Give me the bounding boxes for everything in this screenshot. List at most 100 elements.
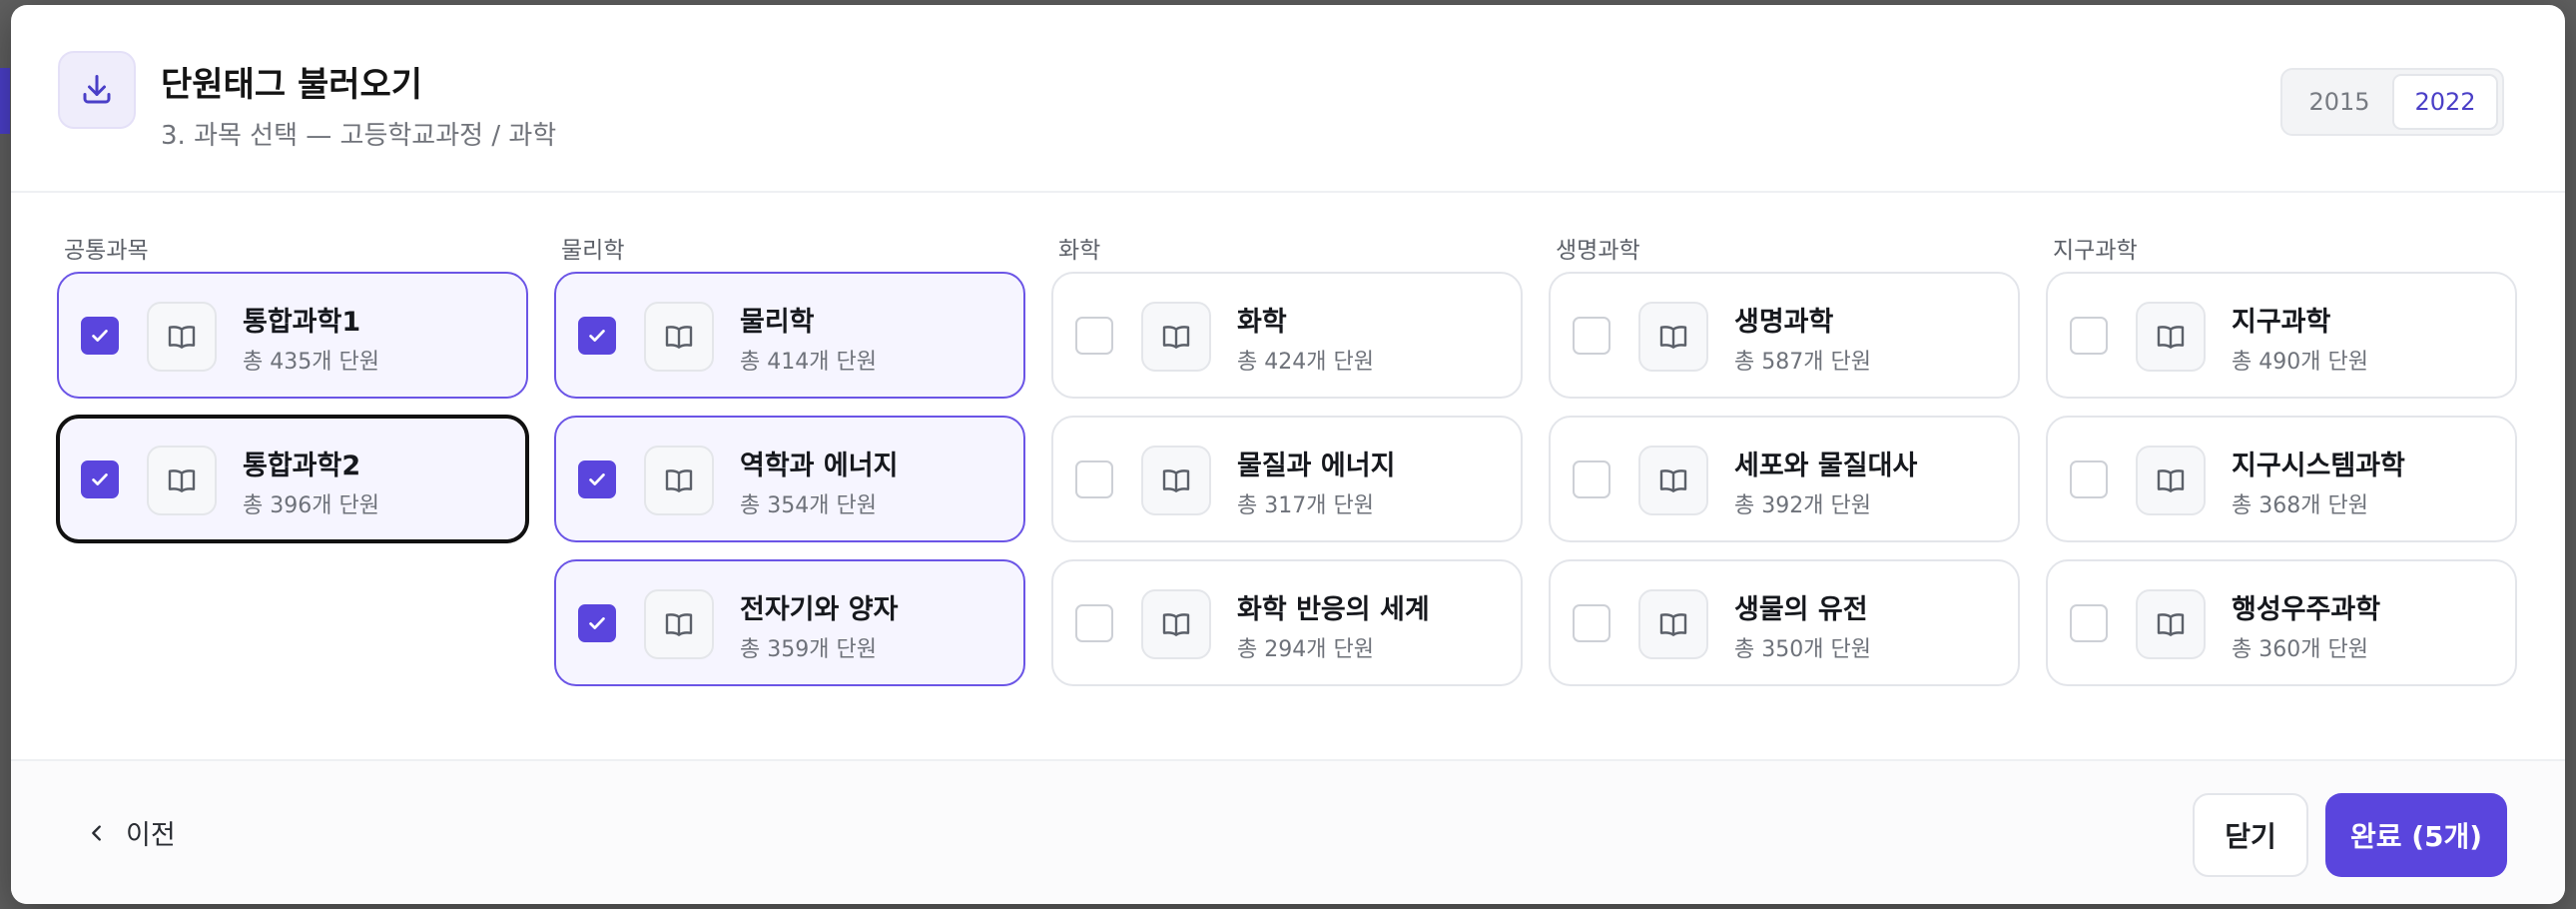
subject-checkbox[interactable] [1573, 604, 1610, 642]
subject-unit-count: 총 359개 단원 [740, 637, 877, 662]
check-icon [589, 330, 605, 342]
done-button[interactable]: 완료 (5개) [2325, 793, 2507, 877]
subject-unit-count: 총 317개 단원 [1237, 493, 1374, 518]
subject-card[interactable]: 통합과학1 총 435개 단원 [57, 272, 528, 399]
subject-card[interactable]: 행성우주과학 총 360개 단원 [2046, 559, 2517, 686]
subject-column-chemistry: 화학 화학 총 424개 단원 물질과 에너지 총 317개 단원 화학 반응의… [1051, 231, 1523, 703]
curriculum-year-toggle: 2015 2022 [2280, 68, 2504, 136]
back-button-label: 이전 [126, 820, 176, 851]
subject-card[interactable]: 전자기와 양자 총 359개 단원 [554, 559, 1025, 686]
back-button[interactable]: 이전 [86, 813, 176, 852]
subject-name: 생명과학 [1734, 307, 1834, 338]
year-option-2015[interactable]: 2015 [2286, 74, 2392, 130]
subject-checkbox[interactable] [578, 604, 616, 642]
subject-column-life-science: 생명과학 생명과학 총 587개 단원 세포와 물질대사 총 392개 단원 생… [1549, 231, 2020, 703]
dialog-title: 단원태그 불러오기 [161, 65, 423, 105]
subject-name: 전자기와 양자 [740, 594, 899, 625]
subject-checkbox[interactable] [578, 317, 616, 355]
subject-unit-count: 총 424개 단원 [1237, 350, 1374, 375]
book-icon [147, 302, 217, 372]
year-option-2022[interactable]: 2022 [2392, 74, 2498, 130]
subject-name: 화학 반응의 세계 [1237, 594, 1430, 625]
subject-name: 생물의 유전 [1734, 594, 1868, 625]
subject-checkbox[interactable] [81, 460, 119, 498]
subject-column-physics: 물리학 물리학 총 414개 단원 역학과 에너지 총 354개 단원 전자기와… [554, 231, 1025, 703]
subject-name: 화학 [1237, 307, 1287, 338]
subject-unit-count: 총 350개 단원 [1734, 637, 1871, 662]
subject-checkbox[interactable] [2070, 317, 2108, 355]
subject-card[interactable]: 생명과학 총 587개 단원 [1549, 272, 2020, 399]
subject-grid: 공통과목 통합과학1 총 435개 단원 통합과학2 총 396개 단원 물리학… [11, 193, 2565, 759]
column-label: 화학 [1058, 238, 1101, 264]
book-icon [1638, 302, 1708, 372]
subject-name: 세포와 물질대사 [1734, 451, 1918, 481]
close-button[interactable]: 닫기 [2193, 793, 2308, 877]
subject-checkbox[interactable] [578, 460, 616, 498]
book-icon [1141, 302, 1211, 372]
download-icon [58, 51, 136, 129]
subject-card[interactable]: 지구과학 총 490개 단원 [2046, 272, 2517, 399]
subject-checkbox[interactable] [2070, 604, 2108, 642]
dialog-header: 단원태그 불러오기 3. 과목 선택 — 고등학교과정 / 과학 2015 20… [11, 5, 2565, 193]
subject-card[interactable]: 화학 반응의 세계 총 294개 단원 [1051, 559, 1523, 686]
subject-column-earth-science: 지구과학 지구과학 총 490개 단원 지구시스템과학 총 368개 단원 행성… [2046, 231, 2517, 703]
background-sidebar-strip [0, 68, 10, 134]
subject-name: 역학과 에너지 [740, 451, 899, 481]
subject-unit-count: 총 368개 단원 [2232, 493, 2368, 518]
column-label: 생명과학 [1556, 238, 1640, 264]
subject-unit-count: 총 414개 단원 [740, 350, 877, 375]
book-icon [1638, 446, 1708, 515]
subject-unit-count: 총 294개 단원 [1237, 637, 1374, 662]
book-icon [644, 589, 714, 659]
book-icon [644, 446, 714, 515]
subject-name: 통합과학1 [243, 307, 361, 338]
subject-checkbox[interactable] [2070, 460, 2108, 498]
subject-unit-count: 총 435개 단원 [243, 350, 379, 375]
subject-unit-count: 총 360개 단원 [2232, 637, 2368, 662]
subject-unit-count: 총 490개 단원 [2232, 350, 2368, 375]
subject-checkbox[interactable] [1075, 317, 1113, 355]
subject-card[interactable]: 역학과 에너지 총 354개 단원 [554, 416, 1025, 542]
subject-card[interactable]: 지구시스템과학 총 368개 단원 [2046, 416, 2517, 542]
book-icon [2136, 446, 2206, 515]
column-label: 공통과목 [64, 238, 149, 264]
subject-checkbox[interactable] [1075, 460, 1113, 498]
subject-card[interactable]: 물질과 에너지 총 317개 단원 [1051, 416, 1523, 542]
check-icon [589, 473, 605, 485]
subject-unit-count: 총 396개 단원 [243, 493, 379, 518]
column-label: 지구과학 [2053, 238, 2138, 264]
subject-checkbox[interactable] [1573, 460, 1610, 498]
subject-name: 지구과학 [2232, 307, 2331, 338]
book-icon [1141, 589, 1211, 659]
subject-name: 지구시스템과학 [2232, 451, 2405, 481]
column-label: 물리학 [561, 238, 625, 264]
subject-name: 물리학 [740, 307, 815, 338]
book-icon [644, 302, 714, 372]
import-unit-tags-dialog: 단원태그 불러오기 3. 과목 선택 — 고등학교과정 / 과학 2015 20… [11, 5, 2565, 904]
book-icon [2136, 302, 2206, 372]
subject-card[interactable]: 화학 총 424개 단원 [1051, 272, 1523, 399]
subject-card[interactable]: 물리학 총 414개 단원 [554, 272, 1025, 399]
check-icon [589, 617, 605, 629]
book-icon [2136, 589, 2206, 659]
book-icon [1141, 446, 1211, 515]
subject-card[interactable]: 생물의 유전 총 350개 단원 [1549, 559, 2020, 686]
subject-checkbox[interactable] [1075, 604, 1113, 642]
subject-column-common: 공통과목 통합과학1 총 435개 단원 통합과학2 총 396개 단원 [57, 231, 528, 559]
subject-checkbox[interactable] [1573, 317, 1610, 355]
subject-name: 행성우주과학 [2232, 594, 2381, 625]
book-icon [147, 446, 217, 515]
subject-unit-count: 총 392개 단원 [1734, 493, 1871, 518]
subject-name: 물질과 에너지 [1237, 451, 1396, 481]
dialog-subtitle: 3. 과목 선택 — 고등학교과정 / 과학 [161, 121, 557, 151]
chevron-left-icon [92, 824, 101, 841]
dialog-footer: 이전 닫기 완료 (5개) [11, 759, 2565, 904]
subject-unit-count: 총 587개 단원 [1734, 350, 1871, 375]
subject-unit-count: 총 354개 단원 [740, 493, 877, 518]
subject-card[interactable]: 세포와 물질대사 총 392개 단원 [1549, 416, 2020, 542]
subject-name: 통합과학2 [243, 451, 361, 481]
subject-checkbox[interactable] [81, 317, 119, 355]
subject-card[interactable]: 통합과학2 총 396개 단원 [57, 416, 528, 542]
check-icon [92, 330, 108, 342]
check-icon [92, 473, 108, 485]
